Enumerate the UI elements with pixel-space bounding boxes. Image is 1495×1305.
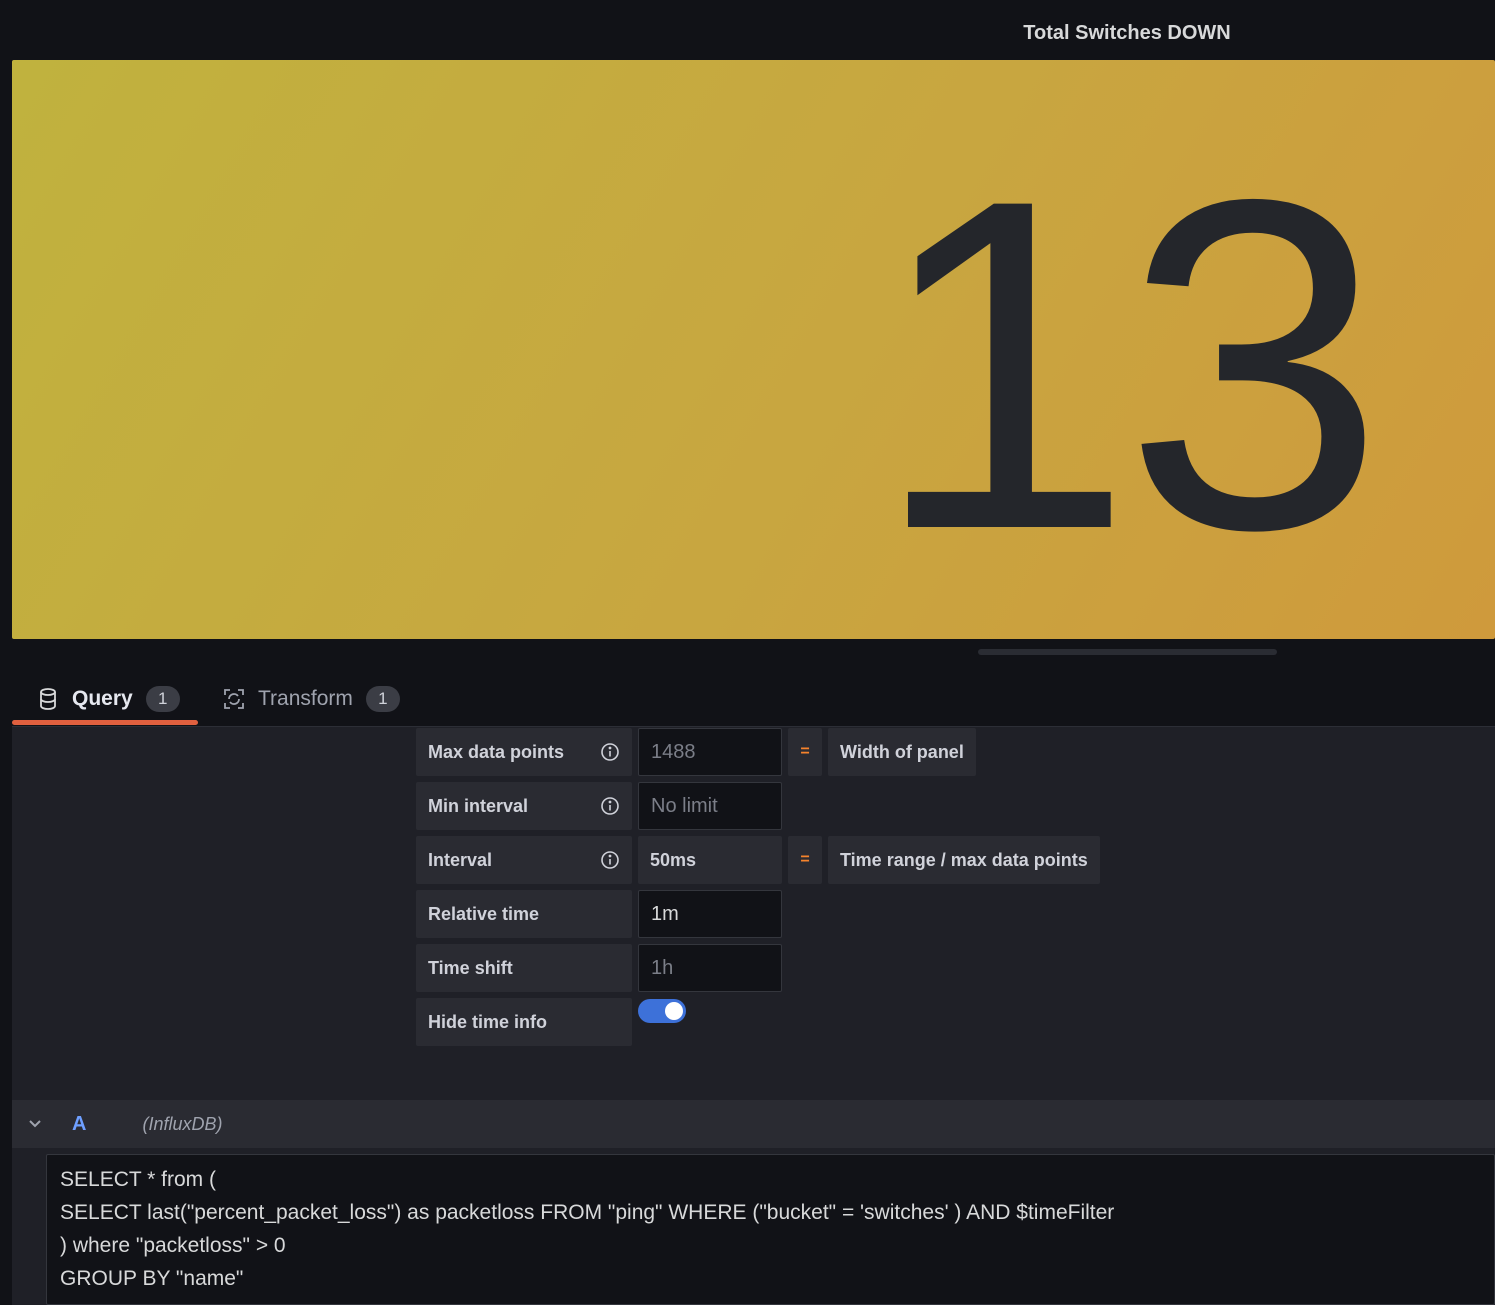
query-datasource: (InfluxDB) xyxy=(142,1113,223,1134)
time-shift-row: Time shift 1h xyxy=(416,944,782,992)
code-line: SELECT * from ( xyxy=(60,1168,216,1191)
relative-time-row: Relative time 1m xyxy=(416,890,782,938)
time-shift-input[interactable]: 1h xyxy=(638,944,782,992)
code-line: SELECT last("percent_packet_loss") as pa… xyxy=(60,1201,1115,1224)
max-data-points-label: Max data points xyxy=(416,728,632,776)
active-tab-indicator xyxy=(12,720,198,725)
info-icon[interactable] xyxy=(600,742,620,762)
tab-transform[interactable]: Transform 1 xyxy=(222,672,400,726)
query-row-header[interactable]: A (InfluxDB) xyxy=(12,1100,1495,1148)
stat-panel[interactable]: 13 xyxy=(12,60,1495,639)
equals-sign: = xyxy=(788,836,822,884)
interval-note: Time range / max data points xyxy=(828,836,1100,884)
chevron-down-icon[interactable] xyxy=(12,1100,58,1148)
query-count-badge: 1 xyxy=(145,686,180,712)
stat-value: 13 xyxy=(872,102,1385,627)
interval-value: 50ms xyxy=(638,836,782,884)
max-data-points-note: Width of panel xyxy=(828,728,976,776)
relative-time-label: Relative time xyxy=(416,890,632,938)
panel-title: Total Switches DOWN xyxy=(1023,22,1231,44)
code-line: ) where "packetloss" > 0 xyxy=(60,1234,286,1257)
tab-transform-label: Transform xyxy=(258,687,353,710)
toggle-knob xyxy=(665,1002,683,1020)
query-ref-id[interactable]: A xyxy=(72,1113,86,1136)
max-data-points-input[interactable]: 1488 xyxy=(638,728,782,776)
min-interval-row: Min interval No limit xyxy=(416,782,782,830)
hide-time-info-toggle[interactable] xyxy=(638,999,686,1023)
database-icon xyxy=(36,687,60,711)
relative-time-input[interactable]: 1m xyxy=(638,890,782,938)
interval-row: Interval 50ms = Time range / max data po… xyxy=(416,836,1100,884)
horizontal-scrollbar[interactable] xyxy=(978,649,1277,655)
equals-sign: = xyxy=(788,728,822,776)
hide-time-info-label: Hide time info xyxy=(416,998,632,1046)
transform-icon xyxy=(222,687,246,711)
hide-time-info-row: Hide time info xyxy=(416,998,686,1046)
time-shift-label: Time shift xyxy=(416,944,632,992)
info-icon[interactable] xyxy=(600,796,620,816)
query-code-editor[interactable]: SELECT * from ( SELECT last("percent_pac… xyxy=(46,1154,1495,1305)
tab-query-label: Query xyxy=(72,687,133,710)
min-interval-input[interactable]: No limit xyxy=(638,782,782,830)
min-interval-label: Min interval xyxy=(416,782,632,830)
transform-count-badge: 1 xyxy=(365,686,400,712)
tab-query[interactable]: Query 1 xyxy=(36,672,180,726)
code-line: GROUP BY "name" xyxy=(60,1267,244,1290)
info-icon[interactable] xyxy=(600,850,620,870)
interval-label: Interval xyxy=(416,836,632,884)
max-data-points-row: Max data points 1488 = Width of panel xyxy=(416,728,976,776)
